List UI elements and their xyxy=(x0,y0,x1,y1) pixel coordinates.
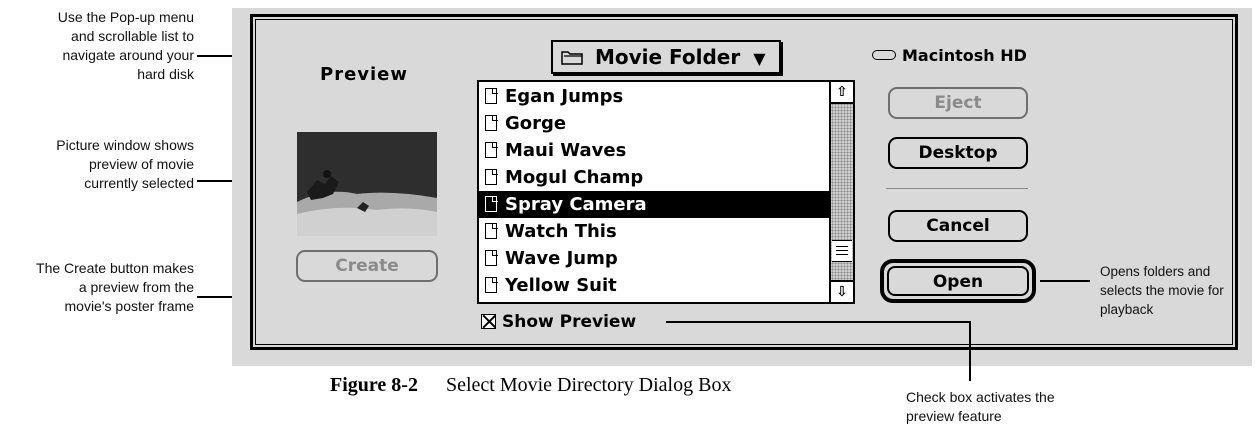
disk-name: Macintosh HD xyxy=(902,46,1027,65)
figure-number: Figure 8-2 xyxy=(330,374,418,396)
desktop-button-label: Desktop xyxy=(918,143,998,163)
open-button[interactable]: Open xyxy=(880,259,1036,303)
create-button-label: Create xyxy=(335,256,399,276)
file-name: Watch This xyxy=(505,221,617,242)
annotation-line: a preview from the xyxy=(78,279,194,295)
cancel-button[interactable]: Cancel xyxy=(888,210,1028,242)
figure-caption: Figure 8-2 Select Movie Directory Dialog… xyxy=(330,374,731,397)
document-icon xyxy=(485,168,498,185)
annotation-line: Opens folders and xyxy=(1100,264,1211,279)
document-icon xyxy=(485,87,498,104)
preview-thumbnail xyxy=(297,132,437,236)
document-icon xyxy=(485,276,498,293)
file-list[interactable]: Egan Jumps Gorge Maui Waves Mogul Champ … xyxy=(477,80,855,304)
create-button[interactable]: Create xyxy=(296,250,438,282)
preview-label: Preview xyxy=(320,64,409,85)
annotation-line: Picture window shows xyxy=(56,137,194,153)
eject-button-label: Eject xyxy=(934,93,982,113)
file-name: Maui Waves xyxy=(505,140,627,161)
list-item[interactable]: Gorge xyxy=(479,110,829,137)
annotation-line: playback xyxy=(1100,302,1154,317)
folder-popup-menu[interactable]: Movie Folder ▼ xyxy=(551,40,781,74)
open-leader-line xyxy=(1040,280,1090,282)
annotation-line: navigate around your xyxy=(62,47,194,63)
show-preview-checkbox[interactable]: Show Preview xyxy=(481,312,636,332)
document-icon xyxy=(485,114,498,131)
checkbox-checked-icon[interactable] xyxy=(481,314,496,329)
show-preview-label: Show Preview xyxy=(502,312,637,332)
cancel-button-label: Cancel xyxy=(926,216,990,236)
list-item[interactable]: Mogul Champ xyxy=(479,164,829,191)
list-item[interactable]: Maui Waves xyxy=(479,137,829,164)
button-divider xyxy=(886,188,1028,189)
file-name: Mogul Champ xyxy=(505,167,644,188)
annotation-line: preview feature xyxy=(906,408,1002,424)
folder-icon xyxy=(561,51,583,65)
annotation-line: selects the movie for xyxy=(1100,283,1224,298)
list-item[interactable]: Wave Jump xyxy=(479,245,829,272)
folder-popup-label: Movie Folder xyxy=(594,45,741,69)
list-item[interactable]: Egan Jumps xyxy=(479,83,829,110)
list-item-selected[interactable]: Spray Camera xyxy=(479,191,829,218)
open-annotation: Opens folders and selects the movie for … xyxy=(1100,262,1259,319)
annotation-line: The Create button makes xyxy=(36,260,194,276)
list-item[interactable]: Watch This xyxy=(479,218,829,245)
file-name: Yellow Suit xyxy=(505,275,617,296)
preview-image xyxy=(297,132,437,236)
checkbox-leader-drop xyxy=(969,321,971,381)
open-button-label: Open xyxy=(932,272,984,292)
annotation-line: Check box activates the xyxy=(906,389,1055,405)
annotation-line: currently selected xyxy=(84,175,194,191)
desktop-button[interactable]: Desktop xyxy=(888,137,1028,169)
document-icon xyxy=(485,195,498,212)
figure-title: Select Movie Directory Dialog Box xyxy=(445,374,732,396)
annotation-line: and scrollable list to xyxy=(71,28,194,44)
document-icon xyxy=(485,141,498,158)
picture-annotation: Picture window shows preview of movie cu… xyxy=(0,136,194,193)
annotation-line: Use the Pop-up menu xyxy=(57,9,194,25)
file-name: Spray Camera xyxy=(505,194,647,215)
create-annotation: The Create button makes a preview from t… xyxy=(0,259,194,316)
open-button-inner: Open xyxy=(887,266,1029,296)
document-icon xyxy=(485,222,498,239)
popup-annotation: Use the Pop-up menu and scrollable list … xyxy=(0,8,194,84)
list-scrollbar[interactable]: ⇧ ⇩ xyxy=(829,82,853,302)
annotation-line: movie's poster frame xyxy=(64,298,195,314)
triangle-down-icon: ▼ xyxy=(753,49,766,68)
annotation-line: hard disk xyxy=(137,66,194,82)
list-item[interactable]: Yellow Suit xyxy=(479,272,829,299)
hard-disk-icon xyxy=(872,50,896,60)
checkbox-annotation: Check box activates the preview feature xyxy=(906,388,1126,426)
file-name: Egan Jumps xyxy=(505,86,624,107)
file-name: Gorge xyxy=(505,113,567,134)
scroll-up-arrow-icon[interactable]: ⇧ xyxy=(831,82,853,104)
checkbox-leader-line xyxy=(666,321,970,323)
disk-indicator: Macintosh HD xyxy=(872,46,1027,65)
scroll-down-arrow-icon[interactable]: ⇩ xyxy=(831,280,853,302)
file-name: Wave Jump xyxy=(505,248,618,269)
scroll-thumb[interactable] xyxy=(832,240,852,262)
document-icon xyxy=(485,249,498,266)
eject-button[interactable]: Eject xyxy=(888,87,1028,119)
annotation-line: preview of movie xyxy=(88,156,194,172)
